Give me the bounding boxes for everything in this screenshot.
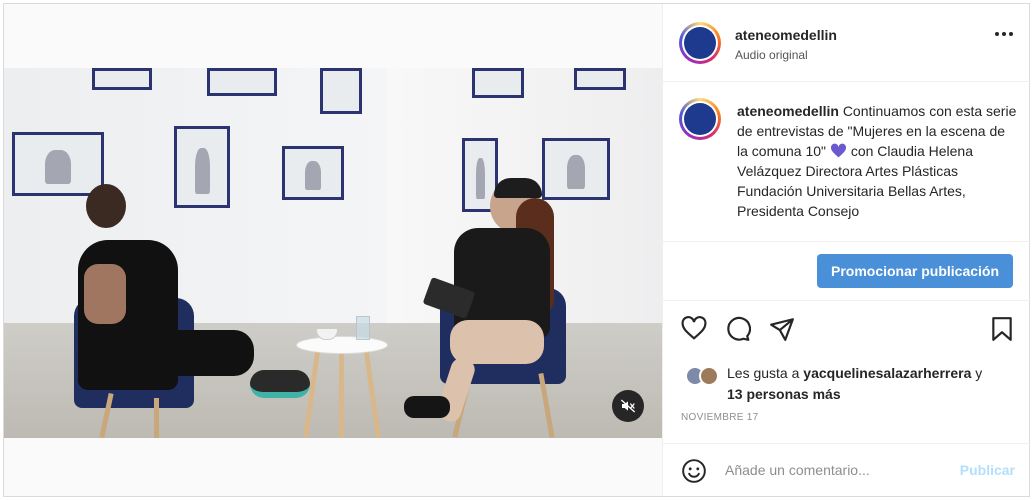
wall-photo <box>174 126 230 208</box>
side-table <box>296 336 388 354</box>
wall-photo <box>574 68 626 90</box>
publish-button[interactable]: Publicar <box>960 462 1015 478</box>
wall-photo <box>12 132 104 196</box>
wall-photo <box>92 68 152 90</box>
audio-label[interactable]: Audio original <box>735 48 808 62</box>
person-left-head <box>86 184 126 228</box>
like-button[interactable] <box>681 316 707 345</box>
table-leg <box>339 354 344 438</box>
wall-photo <box>542 138 610 200</box>
person-right-bandana <box>494 178 542 198</box>
ateneo-logo <box>684 103 716 135</box>
person-right-boot <box>404 396 450 418</box>
avatar[interactable] <box>679 22 721 64</box>
ateneo-logo <box>684 27 716 59</box>
likes-joiner: y <box>975 365 983 381</box>
post-header: ateneomedellin Audio original <box>663 4 1031 82</box>
emoji-button[interactable] <box>681 458 707 489</box>
glass <box>356 316 370 340</box>
action-bar <box>681 316 1017 346</box>
video-player[interactable] <box>4 68 662 438</box>
comment-bubble-icon <box>727 316 752 341</box>
heart-outline-icon <box>681 316 707 340</box>
header-username[interactable]: ateneomedellin <box>735 27 837 43</box>
save-button[interactable] <box>991 316 1013 347</box>
paper-plane-icon <box>770 318 794 341</box>
wall-photo <box>207 68 277 96</box>
more-options-icon[interactable] <box>995 32 1013 36</box>
person-right-legs <box>450 320 544 364</box>
likes-text: Les gusta a yacquelinesalazarherrera y 1… <box>727 363 1021 405</box>
smiley-icon <box>682 459 706 483</box>
post-panel: ateneomedellin Audio original ateneomede… <box>662 4 1031 496</box>
likes-prefix: Les gusta a <box>727 365 800 381</box>
post-frame: ateneomedellin Audio original ateneomede… <box>3 3 1031 497</box>
speaker-muted-icon <box>620 399 636 413</box>
mute-button[interactable] <box>612 390 644 422</box>
wall-photo <box>282 146 344 200</box>
person-left-shoe <box>250 370 310 398</box>
purple-heart-icon <box>830 143 846 158</box>
post-date[interactable]: NOVIEMBRE 17 <box>681 412 759 423</box>
chair-leg <box>154 398 159 438</box>
person-left-legs <box>154 330 254 376</box>
share-button[interactable] <box>769 316 795 347</box>
post-caption: ateneomedellin Continuamos con esta seri… <box>737 101 1019 221</box>
liker-username[interactable]: yacquelinesalazarherrera <box>803 365 971 381</box>
caption-avatar[interactable] <box>679 98 721 140</box>
media-area <box>4 4 662 496</box>
wall-photo <box>472 68 524 98</box>
wall-photo <box>320 68 362 114</box>
person-left-arm <box>84 264 126 324</box>
promote-section: Promocionar publicación <box>663 241 1031 301</box>
liker-avatar[interactable] <box>699 366 719 386</box>
caption-username[interactable]: ateneomedellin <box>737 103 839 119</box>
comment-button[interactable] <box>725 316 752 347</box>
likes-others[interactable]: 13 personas más <box>727 386 841 402</box>
likes-summary: Les gusta a yacquelinesalazarherrera y 1… <box>681 363 1021 405</box>
comment-input[interactable] <box>725 458 945 482</box>
comment-bar: Publicar <box>663 443 1031 496</box>
promote-button[interactable]: Promocionar publicación <box>817 254 1013 288</box>
bookmark-icon <box>992 317 1012 341</box>
